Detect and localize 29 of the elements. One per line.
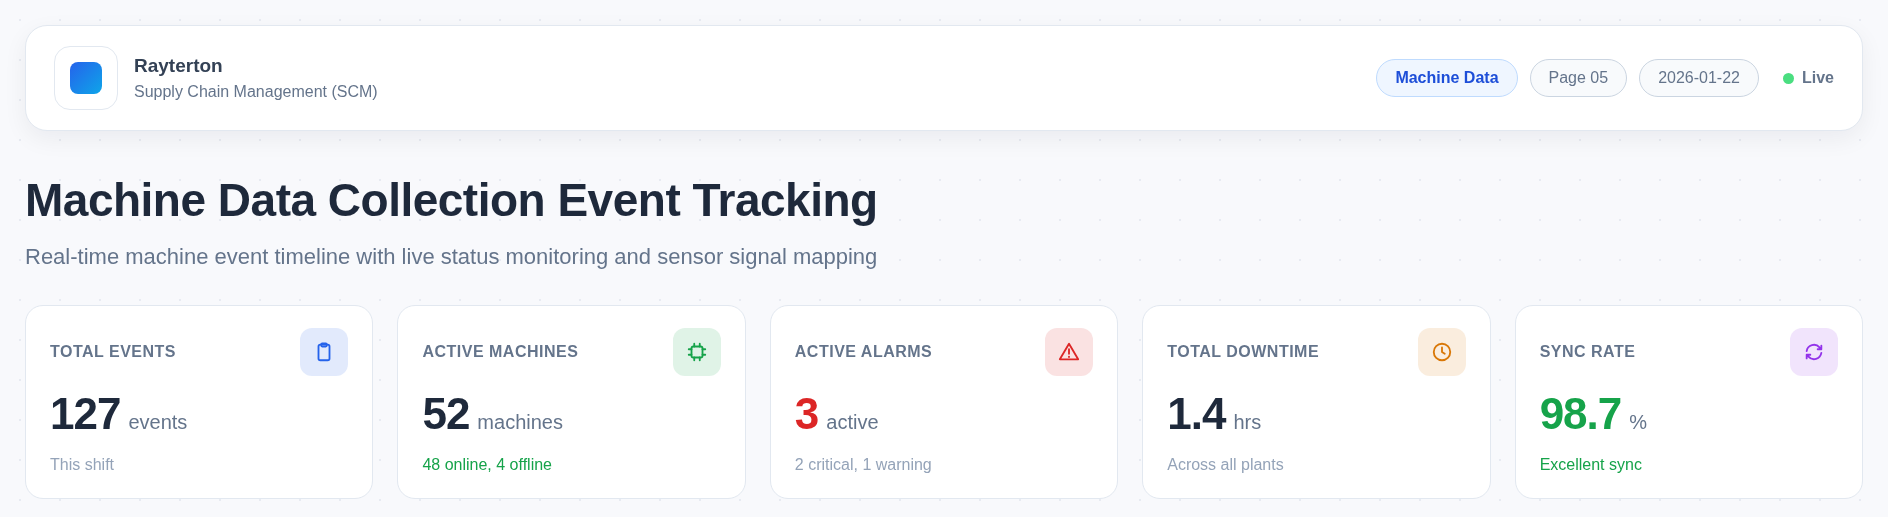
stat-label: ACTIVE MACHINES	[422, 342, 579, 363]
header-tag: Page 05	[1529, 59, 1628, 97]
stat-value: 52	[422, 392, 470, 437]
stat-unit: machines	[477, 410, 563, 436]
stat-note: Across all plants	[1167, 455, 1285, 476]
stat-note: This shift	[50, 455, 115, 476]
stat-note: 2 critical, 1 warning	[794, 455, 933, 476]
header-tag: 2026-01-22	[1639, 59, 1759, 97]
stat-note: Excellent sync	[1539, 455, 1643, 476]
brand-subtitle: Supply Chain Management (SCM)	[134, 82, 378, 103]
logo-icon	[54, 46, 118, 110]
stat-unit: hrs	[1233, 410, 1262, 436]
stat-value: 98.7	[1539, 392, 1622, 437]
status-label: Live	[1802, 68, 1834, 88]
stat-unit: active	[826, 410, 879, 436]
stat-note: 48 online, 4 offline	[422, 455, 553, 476]
stat-value: 127	[50, 392, 121, 437]
stat-label: TOTAL DOWNTIME	[1167, 342, 1320, 363]
stat-label: ACTIVE ALARMS	[794, 342, 933, 363]
stat-unit: events	[128, 410, 188, 436]
stat-value: 3	[794, 392, 819, 437]
page-title: Machine Data Collection Event Tracking	[25, 173, 879, 228]
brand-name: Rayterton	[134, 53, 224, 78]
stat-label: TOTAL EVENTS	[50, 342, 176, 363]
stat-unit: %	[1629, 410, 1648, 436]
page-subtitle: Real-time machine event timeline with live status monitoring and sensor signal mapping	[25, 243, 879, 272]
stat-label: SYNC RATE	[1539, 342, 1636, 363]
header-tag: Machine Data	[1376, 59, 1518, 97]
stat-value: 1.4	[1167, 392, 1226, 437]
